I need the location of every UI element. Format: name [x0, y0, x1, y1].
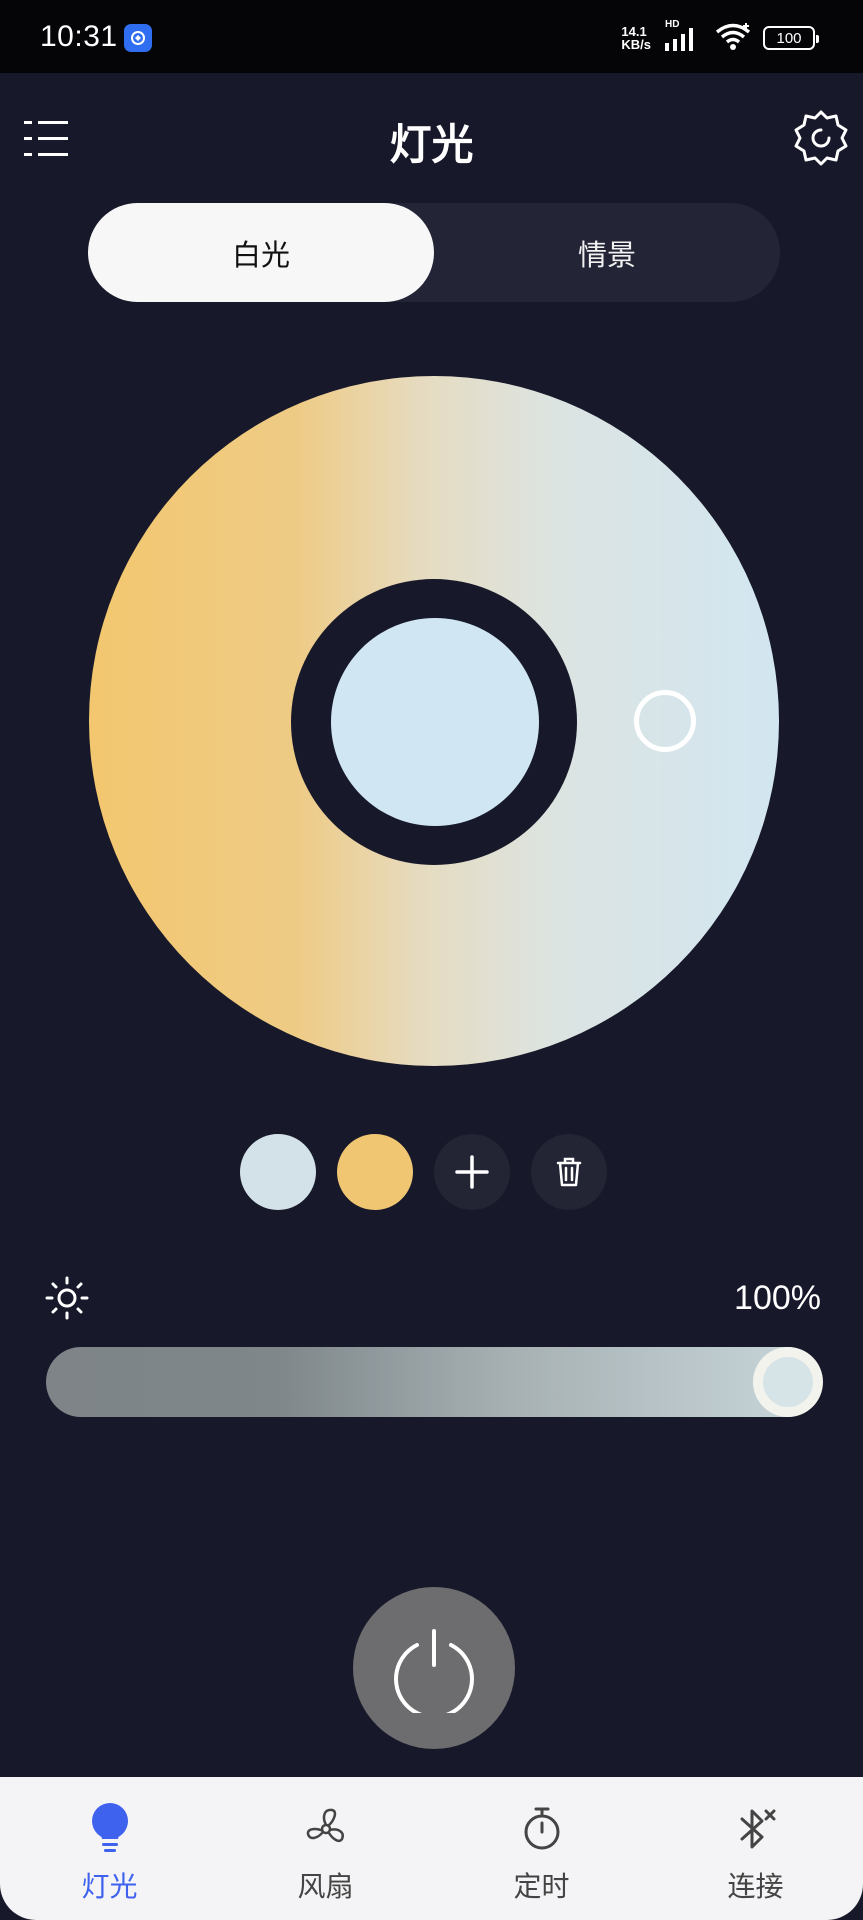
battery-indicator: 100: [763, 26, 819, 50]
mode-segment-control: 白光 情景: [88, 203, 780, 302]
tab-white-light[interactable]: 白光: [88, 203, 434, 302]
tab-scene[interactable]: 情景: [434, 203, 780, 302]
bluetooth-off-icon: [728, 1801, 784, 1857]
settings-button[interactable]: [791, 108, 851, 168]
brightness-value: 100%: [734, 1279, 821, 1317]
status-time: 10:31: [40, 20, 118, 53]
nav-label-timer: 定时: [513, 1870, 570, 1903]
brightness-slider-thumb[interactable]: [753, 1347, 823, 1417]
bulb-icon: [82, 1801, 138, 1857]
brightness-slider-track[interactable]: [46, 1347, 822, 1417]
delete-preset-button[interactable]: [531, 1134, 607, 1210]
page-title: 灯光: [389, 120, 474, 169]
color-temperature-wheel-area: [0, 373, 863, 1073]
nav-item-timer[interactable]: 定时: [434, 1777, 649, 1920]
bottom-navigation: 灯光 风扇 定时 连接: [0, 1777, 863, 1920]
color-preset-row: [0, 1134, 863, 1210]
nav-label-connect: 连接: [727, 1870, 784, 1903]
app-notification-icon: [124, 24, 152, 52]
wifi-icon: [713, 21, 753, 55]
plus-icon: [455, 1155, 489, 1189]
stopwatch-icon: [514, 1801, 570, 1857]
settings-gear-icon: [794, 110, 848, 166]
brightness-sun-icon: [44, 1275, 90, 1321]
power-icon: [394, 1629, 474, 1713]
slider-thumb-inner: [763, 1357, 813, 1407]
app-screen: 灯光 白光 情景 100% 灯光 风扇 定时 连接: [0, 73, 863, 1920]
status-bar: 10:31 14.1 KB/s HD 100: [0, 0, 863, 73]
network-speed: 14.1 KB/s: [621, 24, 651, 52]
nav-label-fan: 风扇: [297, 1870, 354, 1903]
nav-item-light[interactable]: 灯光: [2, 1777, 217, 1920]
cell-signal-icon: HD: [661, 19, 703, 53]
selected-color-preview: [331, 618, 539, 826]
preset-warm-white[interactable]: [337, 1134, 413, 1210]
preset-cool-white[interactable]: [240, 1134, 316, 1210]
nav-item-connect[interactable]: 连接: [648, 1777, 863, 1920]
add-preset-button[interactable]: [434, 1134, 510, 1210]
nav-label-light: 灯光: [81, 1870, 138, 1903]
fan-icon: [298, 1801, 354, 1857]
wheel-selector-handle[interactable]: [634, 690, 696, 752]
trash-icon: [556, 1157, 582, 1187]
power-button[interactable]: [353, 1587, 515, 1749]
nav-item-fan[interactable]: 风扇: [218, 1777, 433, 1920]
